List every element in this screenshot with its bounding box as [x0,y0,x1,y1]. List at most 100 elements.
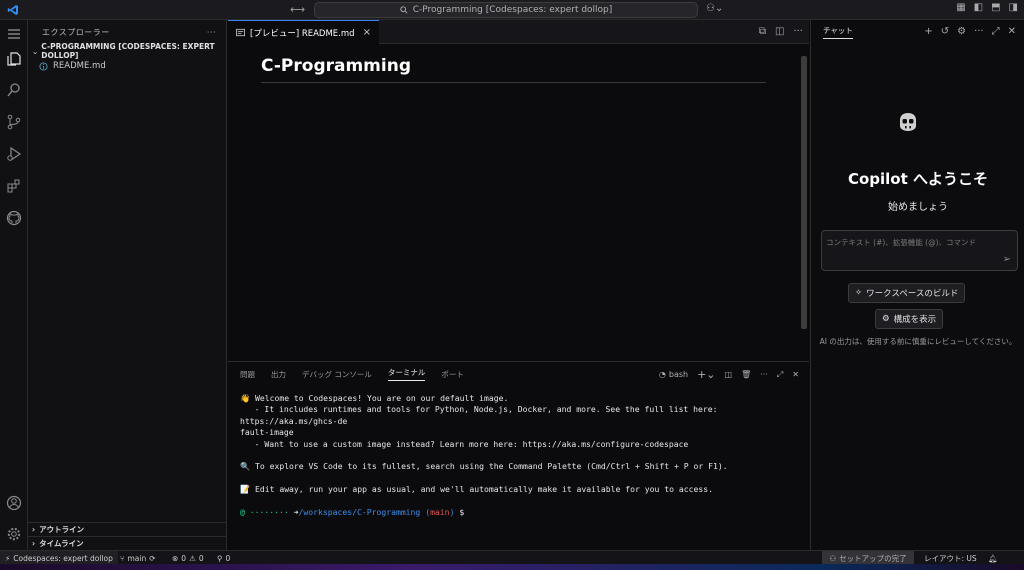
settings-gear-icon[interactable] [5,525,23,543]
extensions-icon[interactable] [5,177,23,195]
copilot-icon[interactable]: ⚇⌄ [706,3,723,14]
problems-indicator[interactable]: ⊗ 0 ⚠ 0 [172,551,204,565]
preview-icon [236,28,245,37]
new-chat-icon[interactable]: + [924,26,932,37]
branch-label: main [127,553,147,563]
file-item-label: README.md [53,61,106,71]
gear-icon[interactable]: ⚙ [957,26,966,37]
desktop-background-strip [0,564,1024,570]
editor-area: [プレビュー] README.md × ⧉ ◫ ··· C-Programmin… [228,20,809,361]
title-bar: ← → C-Programming [Codespaces: expert do… [0,0,1024,20]
command-center-label: C-Programming [Codespaces: expert dollop… [412,5,613,15]
chat-title[interactable]: チャット [823,25,853,39]
tab-ports[interactable]: ポート [441,369,464,380]
info-icon [39,61,48,71]
toggle-sidebar-icon[interactable]: ◧ [974,2,983,13]
antenna-icon: ⚲ [217,553,223,563]
chat-welcome-title: Copilot へようこそ [847,170,989,188]
new-terminal-icon[interactable]: +⌄ [697,368,715,381]
build-workspace-button[interactable]: ✧ ワークスペースのビルド [848,283,966,303]
prompt-symbol: $ [459,507,465,518]
customize-layout-icon[interactable]: ▦ [956,2,965,13]
tab-terminal[interactable]: ターミナル [387,367,426,381]
explorer-icon[interactable] [5,50,23,68]
tab-problems[interactable]: 問題 [240,369,255,380]
chat-input[interactable] [826,235,1011,249]
setup-indicator[interactable]: ⚇ セットアップの完了 [822,551,914,565]
source-control-icon[interactable] [5,113,23,131]
account-icon[interactable] [5,494,23,512]
tab-output[interactable]: 出力 [271,369,286,380]
forward-arrow-icon[interactable]: → [296,3,305,16]
branch-indicator[interactable]: ⑂ main ⟳ [120,551,156,565]
run-debug-icon[interactable] [5,145,23,163]
more-actions-icon[interactable]: ··· [207,28,216,37]
ports-indicator[interactable]: ⚲ 0 [217,551,230,565]
ai-disclaimer: AI の出力は、使用する前に慎重にレビューしてください。 [819,337,1017,346]
tab-label: [プレビュー] README.md [250,28,355,39]
send-icon[interactable]: ➢ [1003,254,1011,265]
workspace-folder-label: C-PROGRAMMING [CODESPACES: EXPERT DOLLOP… [41,42,215,60]
command-center[interactable]: C-Programming [Codespaces: expert dollop… [314,2,698,18]
history-icon[interactable]: ↺ [941,26,949,37]
file-item-readme[interactable]: README.md [28,58,226,74]
remote-label: Codespaces: expert dollop [13,553,113,563]
terminal-shell-selector[interactable]: ◔ bash [659,370,688,379]
layout-indicator[interactable]: レイアウト: US [924,551,977,565]
github-icon[interactable] [5,209,23,227]
terminal-output[interactable]: 👋 Welcome to Codespaces! You are on our … [240,393,800,518]
close-icon[interactable]: ✕ [792,370,799,379]
remote-indicator[interactable]: ⚡ Codespaces: expert dollop [0,551,118,565]
search-icon[interactable] [5,81,23,99]
show-config-button[interactable]: ⚙ 構成を表示 [875,309,944,329]
trash-icon[interactable]: 🗑 [741,370,751,379]
chevron-right-icon: › [32,539,36,548]
tab-readme-preview[interactable]: [プレビュー] README.md × [228,20,379,44]
close-icon[interactable]: × [363,27,371,38]
copilot-small-icon: ⚇ [829,553,837,563]
terminal-line: - Want to use a custom image instead? Le… [240,438,689,449]
preview-heading: C-Programming [261,56,766,83]
chat-panel: チャット + ↺ ⚙ ··· ⤢ ✕ Copilot へようこそ 始めましょう … [810,20,1024,550]
build-workspace-label: ワークスペースのビルド [866,289,959,299]
more-actions-icon[interactable]: ··· [974,26,984,37]
toggle-panel-icon[interactable]: ⬒ [991,2,1000,13]
terminal-line: fault-image [240,427,294,438]
chat-start-text: 始めましょう [888,202,948,213]
editor-scrollbar[interactable] [801,56,807,329]
bottom-panel: 問題 出力 デバッグ コンソール ターミナル ポート ◔ bash +⌄ ◫ 🗑… [228,361,809,550]
toggle-secondary-sidebar-icon[interactable]: ◨ [1009,2,1018,13]
workspace-folder[interactable]: ⌄ C-PROGRAMMING [CODESPACES: EXPERT DOLL… [28,42,226,60]
maximize-icon[interactable]: ⤢ [992,26,1000,37]
prompt-path: /workspaces/C-Programming [298,507,421,518]
prompt-user: ········ [249,507,289,518]
menu-icon[interactable] [5,25,23,43]
chat-input-box[interactable]: ➢ [821,230,1018,271]
more-actions-icon[interactable]: ··· [793,26,803,37]
split-editor-icon[interactable]: ◫ [775,26,784,37]
more-actions-icon[interactable]: ··· [760,370,768,379]
tab-debug-console[interactable]: デバッグ コンソール [302,369,372,380]
gear-icon: ⚙ [882,314,890,324]
error-count: 0 [181,553,187,563]
terminal-line: 🔍 To explore VS Code to its fullest, sea… [240,461,728,472]
warning-icon: ⚠ [189,553,196,563]
timeline-label: タイムライン [39,539,84,548]
status-bar: ⚡ Codespaces: expert dollop ⑂ main ⟳ ⊗ 0… [0,550,1024,565]
vscode-logo-icon [7,5,18,15]
layout-label: レイアウト: US [924,553,977,563]
split-terminal-icon[interactable]: ◫ [725,370,733,379]
terminal-line: 👋 Welcome to Codespaces! You are on our … [240,393,509,403]
outline-section[interactable]: › アウトライン [28,522,227,536]
show-config-label: 構成を表示 [893,315,937,325]
markdown-preview: C-Programming [261,56,766,83]
ports-count: 0 [225,553,231,563]
terminal-prompt: @ ········ ➜/workspaces/C-Programming (m… [240,507,800,518]
notifications-bell-icon[interactable]: 🔔︎ [988,551,998,565]
timeline-section[interactable]: › タイムライン [28,536,227,550]
maximize-panel-icon[interactable]: ⤢ [777,370,783,380]
close-icon[interactable]: ✕ [1008,26,1016,37]
open-source-icon[interactable]: ⧉ [759,26,766,37]
